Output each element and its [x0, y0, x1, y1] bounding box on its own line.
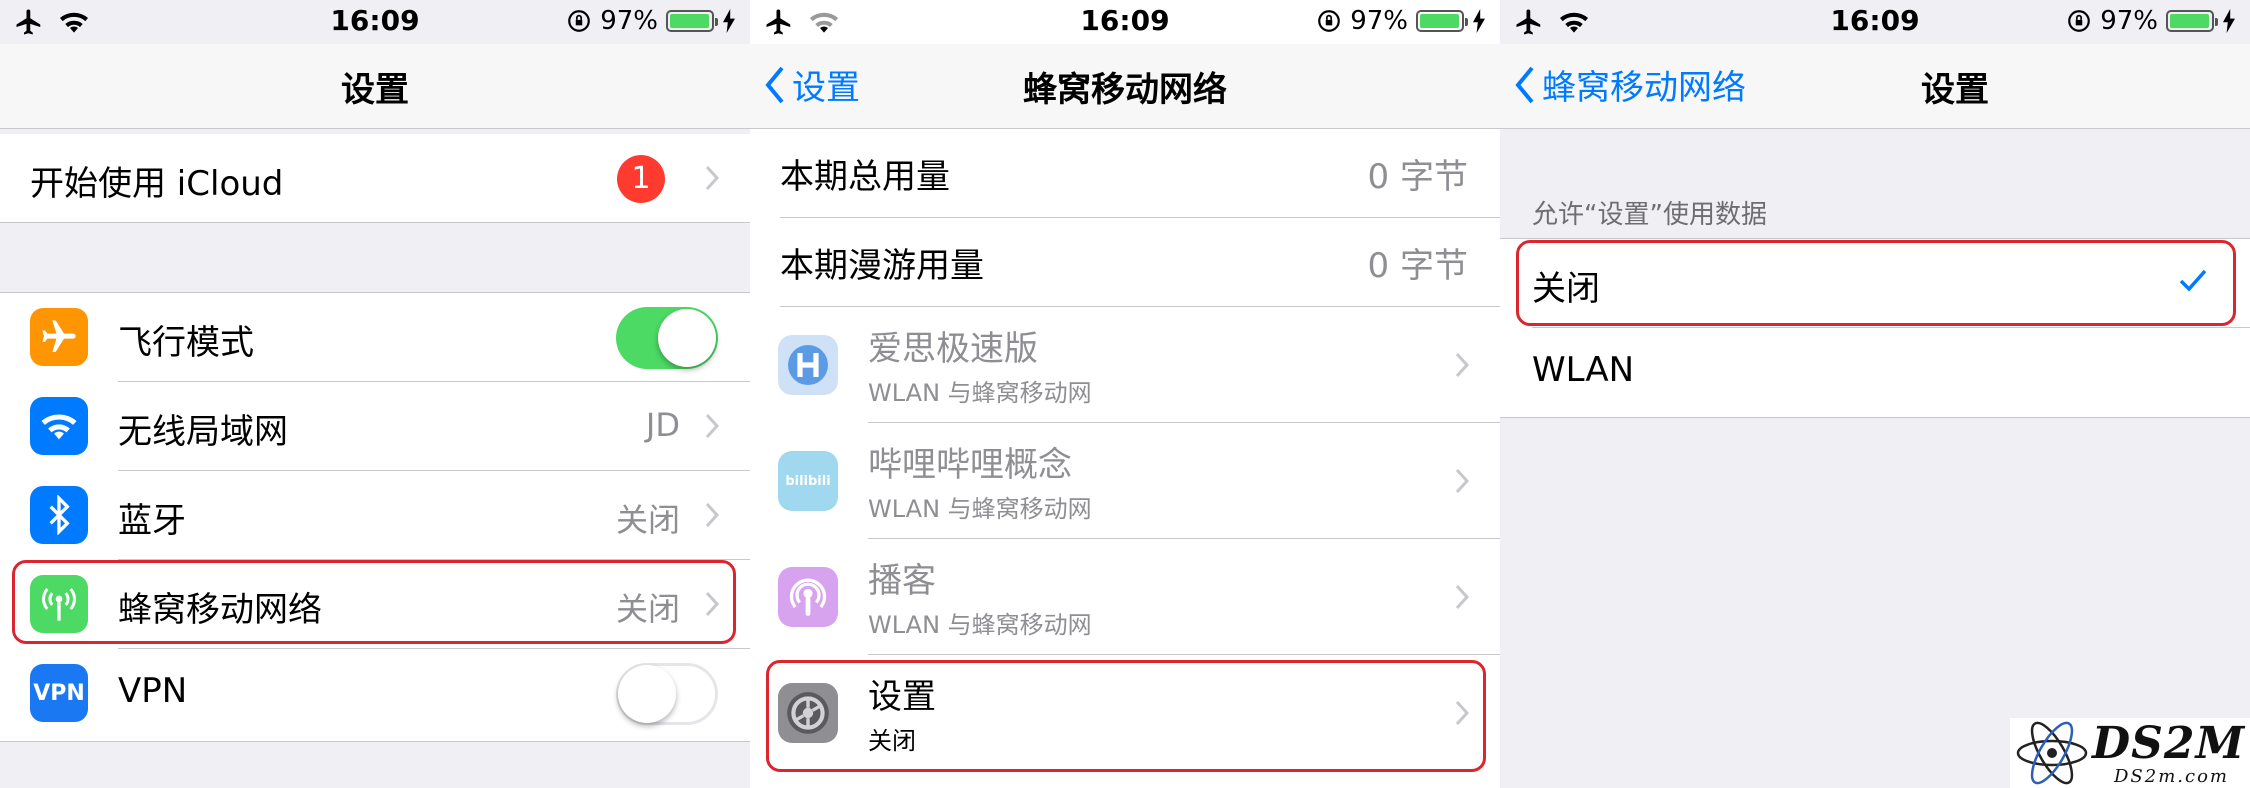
battery-icon: [1416, 10, 1468, 32]
highlight-box: [12, 560, 736, 644]
app-subtitle: WLAN 与蜂窝移动网: [868, 611, 1092, 639]
orientation-lock-icon: [1318, 10, 1341, 32]
settings-item-bluetooth[interactable]: 蓝牙 关闭: [0, 471, 750, 560]
battery-percent: 97%: [2100, 6, 2158, 36]
watermark-text: DS2M: [2092, 718, 2246, 769]
app-name: 播客: [868, 561, 936, 601]
battery-percent: 97%: [1350, 6, 1408, 36]
chevron-right-icon: [1455, 352, 1470, 378]
app-row-i4[interactable]: 爱思极速版 WLAN 与蜂窝移动网: [750, 307, 1500, 423]
orientation-lock-icon: [568, 10, 591, 32]
bluetooth-value: 关闭: [615, 501, 680, 539]
chevron-right-icon: [1455, 584, 1470, 610]
watermark-subtext: DS2m.com: [2114, 766, 2229, 787]
nav-bar: 蜂窝移动网络 设置: [1500, 44, 2250, 129]
bluetooth-icon: [30, 486, 88, 544]
atom-logo-icon: [2016, 721, 2088, 785]
wifi-icon: [30, 397, 88, 455]
app-name: 爱思极速版: [868, 329, 1038, 369]
status-bar: 16:09 97%: [1500, 0, 2250, 44]
page-title: 蜂窝移动网络: [1023, 70, 1227, 110]
app-row-podcasts[interactable]: 播客 WLAN 与蜂窝移动网: [750, 539, 1500, 655]
podcasts-icon: [778, 567, 838, 627]
vpn-icon: VPN: [30, 664, 88, 722]
icloud-label: 开始使用 iCloud: [30, 164, 284, 204]
vpn-toggle[interactable]: [616, 663, 718, 725]
app-name: 哔哩哔哩概念: [868, 445, 1072, 485]
settings-item-airplane-mode: 飞行模式: [0, 293, 750, 382]
icloud-row[interactable]: 开始使用 iCloud 1: [0, 134, 750, 223]
charging-bolt-icon: [1473, 9, 1485, 33]
highlight-box: [766, 660, 1486, 772]
app-data-screen: 16:09 97% 蜂窝移动网络 设置 允许“设置”使用数据 关闭 WLAN: [1500, 0, 2250, 788]
charging-bolt-icon: [2223, 9, 2235, 33]
settings-item-wifi[interactable]: 无线局域网 JD: [0, 382, 750, 471]
usage-value: 0 字节: [1367, 157, 1468, 197]
chevron-right-icon: [705, 165, 720, 191]
usage-label: 本期总用量: [780, 157, 950, 197]
nav-bar: 设置 蜂窝移动网络: [750, 44, 1500, 129]
settings-item-label: 飞行模式: [118, 323, 254, 363]
page-title: 设置: [1921, 70, 1989, 110]
airplane-mode-toggle[interactable]: [616, 307, 718, 369]
usage-label: 本期漫游用量: [780, 246, 984, 286]
app-subtitle: WLAN 与蜂窝移动网: [868, 495, 1092, 523]
chevron-right-icon: [705, 502, 720, 528]
status-bar: 16:09 97%: [0, 0, 750, 44]
charging-bolt-icon: [723, 9, 735, 33]
usage-row: 本期总用量 0 字节: [750, 129, 1500, 218]
chevron-right-icon: [1455, 468, 1470, 494]
nav-bar: 设置: [0, 44, 750, 129]
section-header: 允许“设置”使用数据: [1532, 200, 1767, 230]
roaming-usage-row: 本期漫游用量 0 字节: [750, 218, 1500, 307]
airplane-icon: [30, 308, 88, 366]
settings-item-label: 无线局域网: [118, 412, 288, 452]
app-row-bilibili[interactable]: bilibili 哔哩哔哩概念 WLAN 与蜂窝移动网: [750, 423, 1500, 539]
settings-item-vpn: VPN VPN: [0, 649, 750, 738]
page-title: 设置: [341, 70, 409, 110]
ds2m-watermark-logo: DS2M DS2m.com: [2010, 718, 2250, 788]
chevron-left-icon: [1515, 66, 1534, 103]
settings-screen: 16:09 97% 设置 开始使用 iCloud 1 飞行模式 无线局域网 JD…: [0, 0, 750, 788]
chevron-right-icon: [705, 413, 720, 439]
bilibili-icon: bilibili: [778, 451, 838, 511]
option-wlan[interactable]: WLAN: [1500, 328, 2250, 417]
settings-item-label: 蓝牙: [118, 501, 186, 541]
orientation-lock-icon: [2068, 10, 2091, 32]
settings-item-label: VPN: [118, 671, 188, 711]
battery-icon: [2166, 10, 2218, 32]
usage-value: 0 字节: [1367, 246, 1468, 286]
status-bar: 16:09 97%: [750, 0, 1500, 44]
notification-badge: 1: [617, 155, 665, 203]
wifi-value: JD: [645, 406, 680, 444]
app-subtitle: WLAN 与蜂窝移动网: [868, 379, 1092, 407]
i4-app-icon: [778, 335, 838, 395]
battery-percent: 97%: [600, 6, 658, 36]
option-label: WLAN: [1532, 350, 1635, 390]
battery-icon: [666, 10, 718, 32]
cellular-screen: 16:09 97% 设置 蜂窝移动网络 本期总用量 0 字节 本期漫游用量 0 …: [750, 0, 1500, 788]
highlight-box: [1516, 240, 2236, 326]
settings-list: 飞行模式 无线局域网 JD 蓝牙 关闭 蜂窝移动网络 关闭 VPN VPN: [0, 292, 750, 742]
